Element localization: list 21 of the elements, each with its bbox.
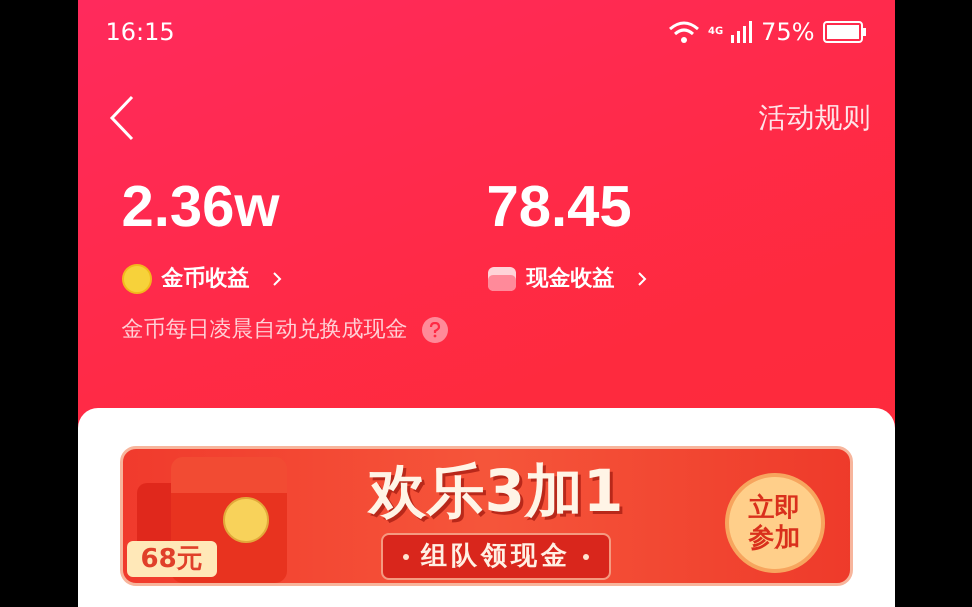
stat-link[interactable]: 金币收益 xyxy=(122,262,486,295)
chevron-right-icon xyxy=(272,270,282,286)
wifi-icon xyxy=(668,20,700,44)
signal-icon xyxy=(731,21,754,43)
network-label: 4G xyxy=(708,25,724,39)
battery-percent: 75% xyxy=(761,17,814,48)
chevron-right-icon xyxy=(636,270,646,286)
promo-banner[interactable]: 68元 欢乐3加1 组队领现金 立即参加 xyxy=(120,446,852,586)
status-time: 16:15 xyxy=(106,17,175,48)
stat-link[interactable]: 现金收益 xyxy=(486,262,852,295)
battery-icon xyxy=(822,21,866,43)
banner-subtitle: 组队领现金 xyxy=(421,540,571,573)
stat-value: 2.36w xyxy=(122,173,280,241)
banner-title: 欢乐3加1 xyxy=(368,456,624,527)
rules-link[interactable]: 活动规则 xyxy=(758,97,870,139)
coin-icon xyxy=(122,264,152,294)
stat-value: 78.45 xyxy=(486,173,633,241)
join-button[interactable]: 立即参加 xyxy=(724,473,824,573)
back-icon xyxy=(108,94,136,142)
exchange-note: 金币每日凌晨自动兑换成现金 xyxy=(122,316,408,344)
reward-tag: 68元 xyxy=(126,541,217,577)
